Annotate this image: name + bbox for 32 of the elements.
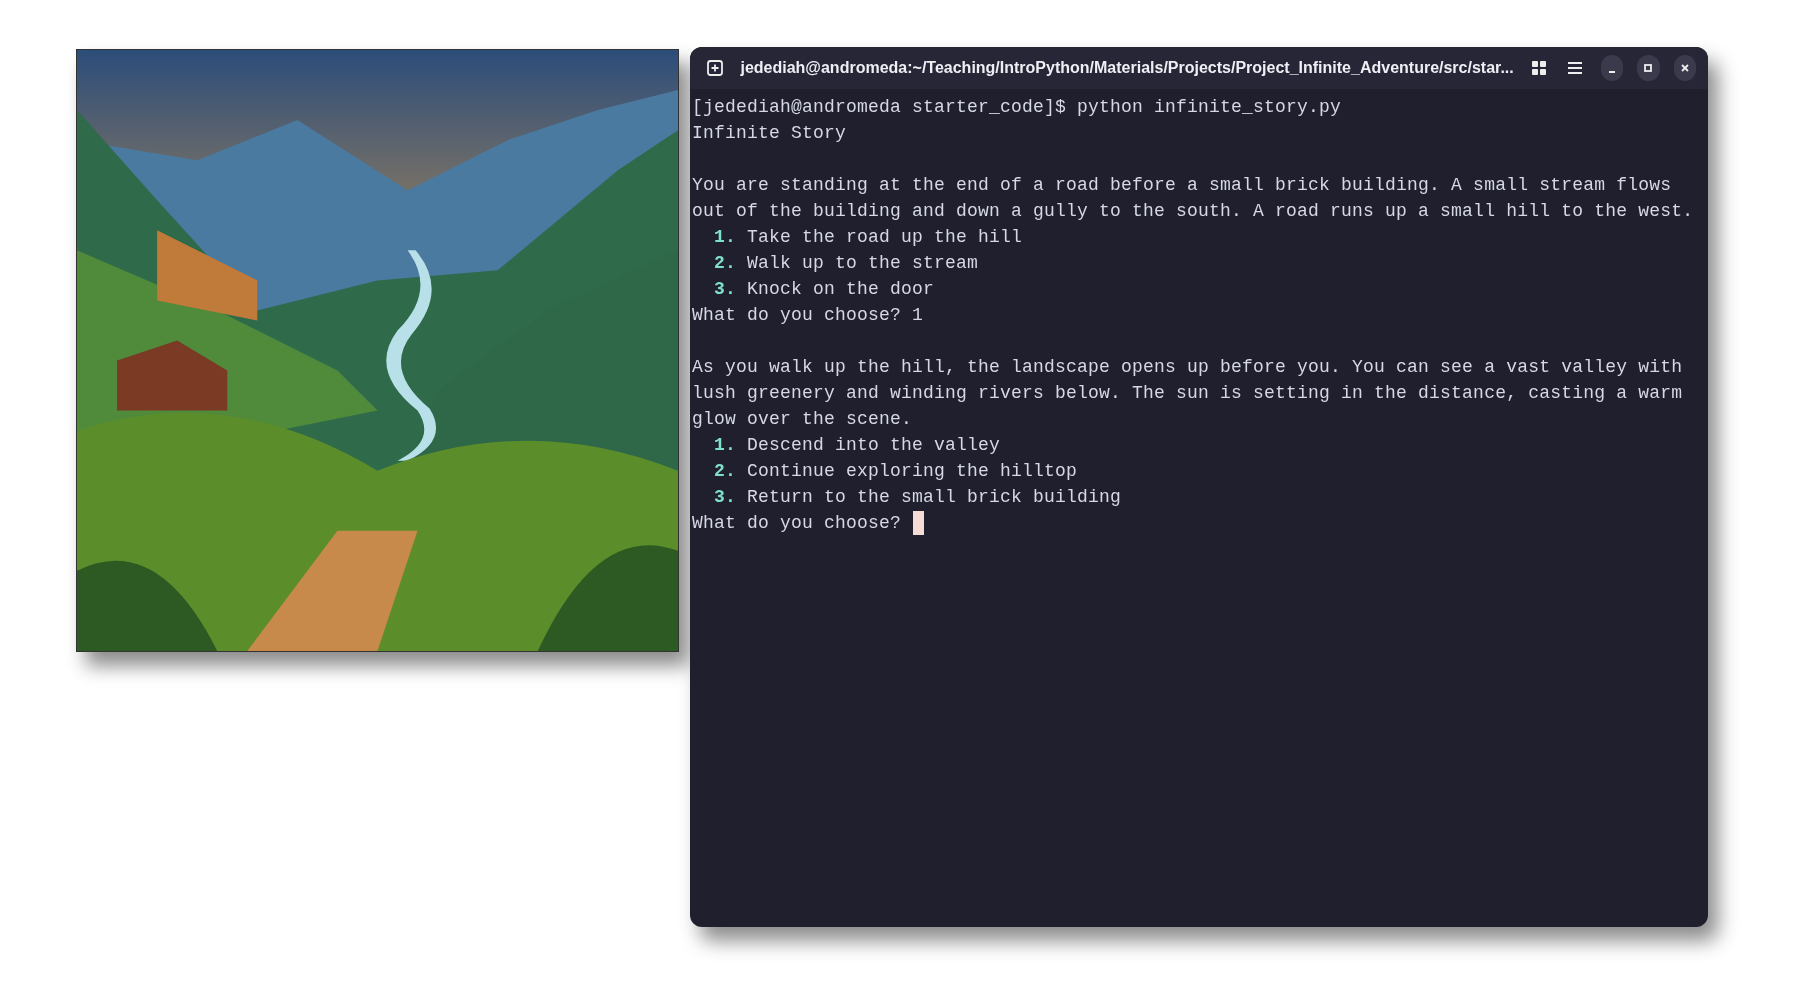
option-text: Descend into the valley	[747, 434, 1001, 457]
close-button[interactable]	[1673, 55, 1696, 81]
input-value: 1	[912, 304, 924, 327]
maximize-button[interactable]	[1637, 55, 1660, 81]
new-tab-icon	[706, 59, 725, 77]
output-text: You are standing at the end of a road before a small brick building. A small stream flows	[692, 174, 1672, 197]
option-number: 3.	[714, 278, 736, 301]
option-number: 2.	[714, 252, 736, 275]
output-text: out of the building and down a gully to the south. A road runs up a small hill to the west.	[692, 200, 1694, 223]
close-icon	[1679, 63, 1690, 73]
option-number: 2.	[714, 460, 736, 483]
output-text: lush greenery and winding rivers below. The sun is setting in the distance, casting a warm	[692, 382, 1683, 405]
option-text: Take the road up the hill	[747, 226, 1023, 249]
option-text: Return to the small brick building	[747, 486, 1122, 509]
output-text: glow over the scene.	[692, 408, 913, 431]
maximize-icon	[1643, 63, 1654, 73]
option-number: 1.	[714, 434, 736, 457]
shell-prompt: [jedediah@andromeda starter_code]$	[692, 96, 1067, 119]
option-text: Continue exploring the hilltop	[747, 460, 1078, 483]
output-text: Infinite Story	[692, 122, 847, 145]
option-text: Knock on the door	[747, 278, 935, 301]
grid-icon	[1530, 60, 1547, 76]
command-text: python infinite_story.py	[1077, 96, 1342, 119]
option-text: Walk up to the stream	[747, 252, 979, 275]
option-number: 1.	[714, 226, 736, 249]
option-number: 3.	[714, 486, 736, 509]
window-title: jedediah@andromeda:~/Teaching/IntroPython/Materials/Projects/Project_Infinite_Adventure/src/star...	[740, 59, 1514, 77]
output-text: As you walk up the hill, the landscape opens up before you. You can see a vast valley with	[692, 356, 1683, 379]
input-prompt: What do you choose?	[692, 304, 902, 327]
menu-icon	[1567, 61, 1584, 75]
minimize-icon	[1607, 71, 1616, 73]
input-prompt: What do you choose?	[692, 512, 902, 535]
